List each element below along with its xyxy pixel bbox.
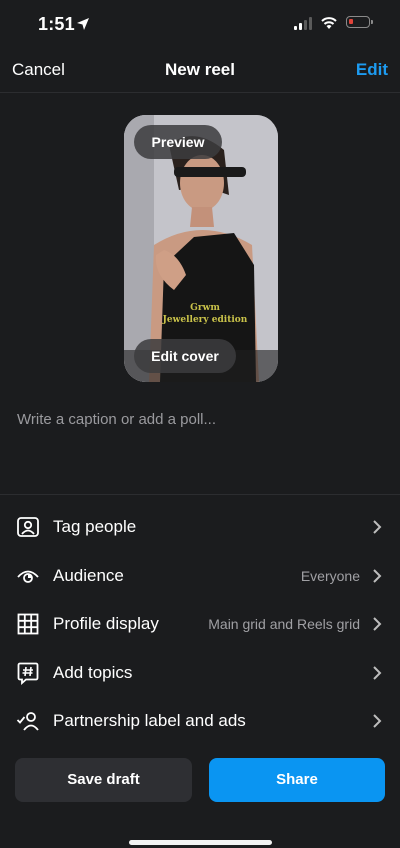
overlay-line-2: Jewellery edition [162,315,248,325]
option-label: Tag people [53,517,137,536]
hashtag-icon [17,662,39,685]
cellular-signal-icon [294,17,312,30]
overlay-line-1: Grwm [190,303,220,313]
page-title: New reel [165,60,235,79]
option-partnership-label[interactable]: Partnership label and ads [0,698,400,746]
option-audience[interactable]: Audience Everyone [0,553,400,601]
chevron-right-icon [373,666,382,680]
wifi-icon [321,17,337,29]
reel-overlay-text: Grwm Jewellery edition [150,302,260,326]
chevron-right-icon [373,617,382,631]
status-time: 1:51 [38,14,75,34]
option-label: Profile display [53,614,159,633]
preview-button[interactable]: Preview [134,125,222,159]
divider [0,494,400,495]
option-tag-people[interactable]: Tag people [0,504,400,552]
save-draft-button[interactable]: Save draft [15,758,192,802]
share-button[interactable]: Share [209,758,385,802]
option-add-topics[interactable]: Add topics [0,650,400,698]
location-arrow-icon [77,18,89,30]
option-label: Audience [53,566,124,585]
battery-icon [346,16,373,28]
partnership-icon [16,712,39,731]
edit-button[interactable]: Edit [356,60,388,80]
top-nav-bar: Cancel New reel Edit [0,50,400,93]
edit-cover-button[interactable]: Edit cover [134,339,236,373]
home-indicator[interactable] [129,840,272,845]
status-bar: 1:51 [0,0,400,50]
option-label: Partnership label and ads [53,711,246,730]
chevron-right-icon [373,569,382,583]
option-profile-display[interactable]: Profile display Main grid and Reels grid [0,601,400,649]
chevron-right-icon [373,520,382,534]
eye-icon [17,570,39,583]
caption-input[interactable]: Write a caption or add a poll... [17,411,216,428]
grid-icon [17,613,39,635]
option-value: Main grid and Reels grid [208,616,360,632]
option-value: Everyone [300,568,360,584]
chevron-right-icon [373,714,382,728]
tag-person-icon [17,517,39,537]
option-label: Add topics [53,663,133,682]
